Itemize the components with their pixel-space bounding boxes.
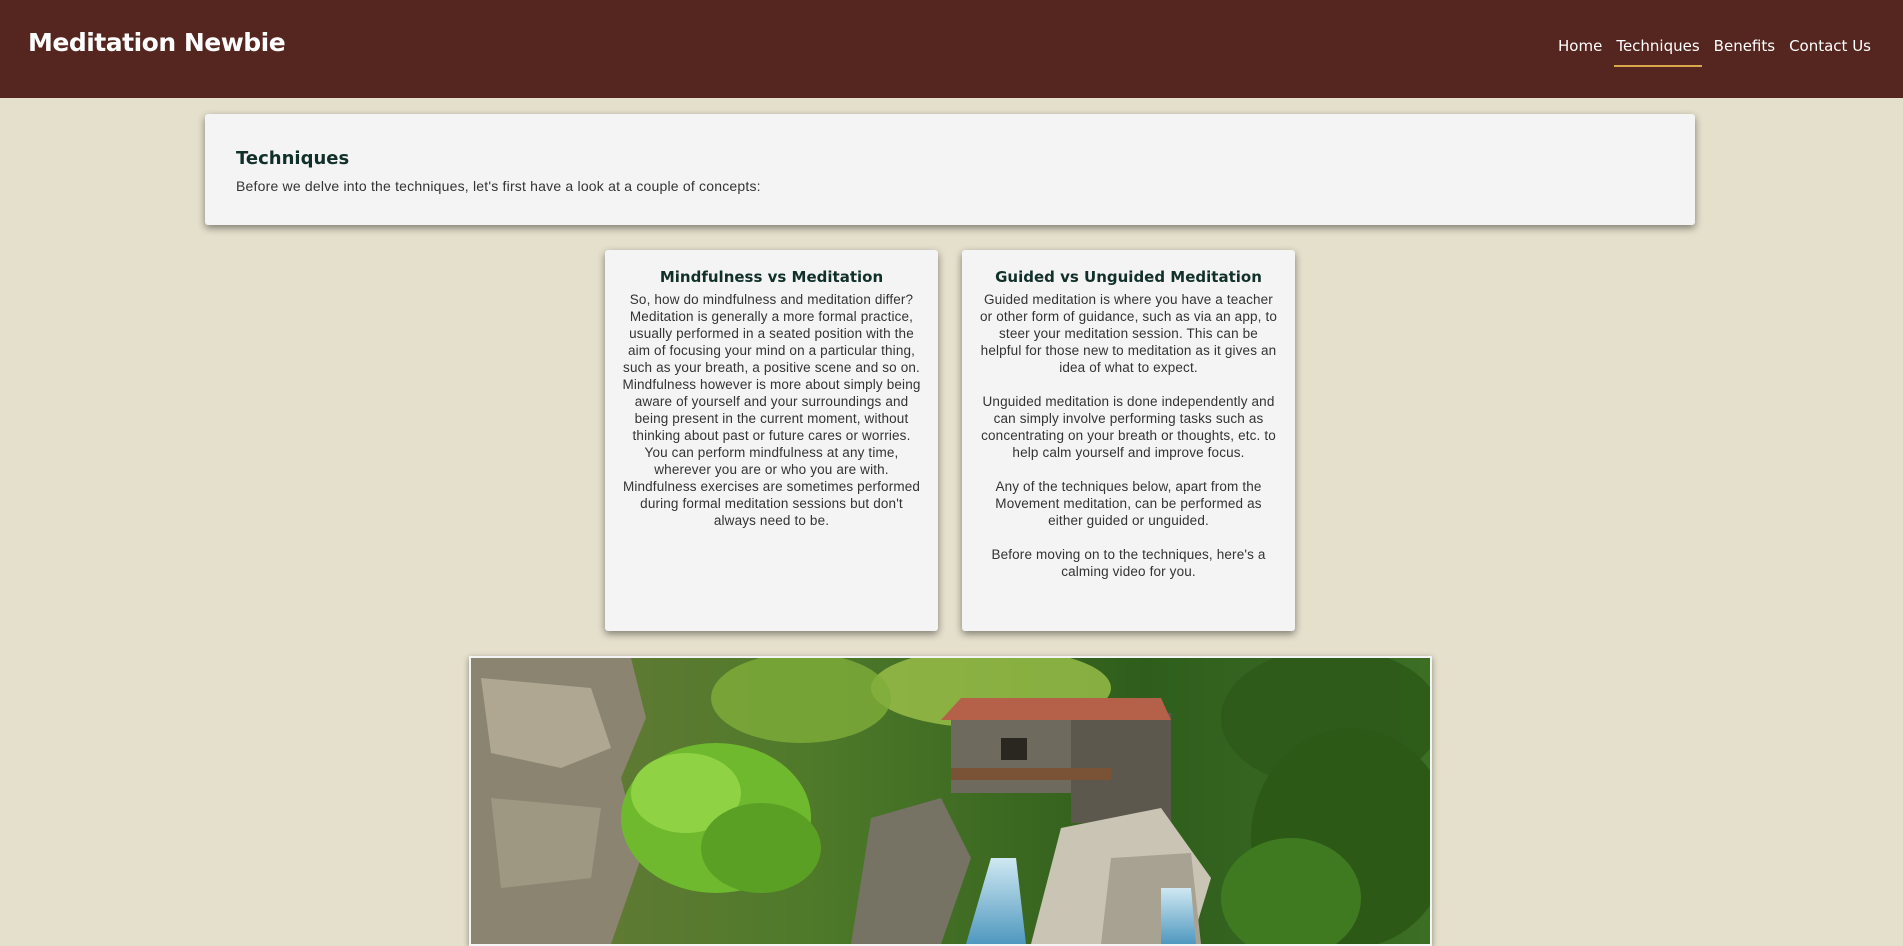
mindfulness-card: Mindfulness vs Meditation So, how do min… — [605, 250, 938, 631]
nav-contact-link[interactable]: Contact Us — [1787, 37, 1873, 67]
nav-techniques-link[interactable]: Techniques — [1614, 37, 1702, 67]
page-title: Techniques — [236, 148, 350, 169]
mindfulness-card-title: Mindfulness vs Meditation — [659, 268, 884, 286]
intro-card: Techniques Before we delve into the tech… — [205, 114, 1695, 225]
intro-text: Before we delve into the techniques, let… — [236, 178, 761, 194]
guided-card: Guided vs Unguided Meditation Guided med… — [962, 250, 1295, 631]
video-thumbnail-image — [471, 658, 1430, 944]
nav-benefits-link[interactable]: Benefits — [1712, 37, 1777, 67]
site-brand[interactable]: Meditation Newbie — [28, 28, 286, 57]
guided-card-title: Guided vs Unguided Meditation — [995, 268, 1262, 286]
mindfulness-card-body: So, how do mindfulness and meditation di… — [622, 292, 921, 528]
site-header: Meditation Newbie Home Techniques Benefi… — [0, 0, 1903, 98]
calming-video[interactable] — [469, 656, 1432, 946]
main-nav: Home Techniques Benefits Contact Us — [1556, 37, 1873, 67]
guided-card-body: Guided meditation is where you have a te… — [979, 292, 1278, 579]
nav-home-link[interactable]: Home — [1556, 37, 1604, 67]
